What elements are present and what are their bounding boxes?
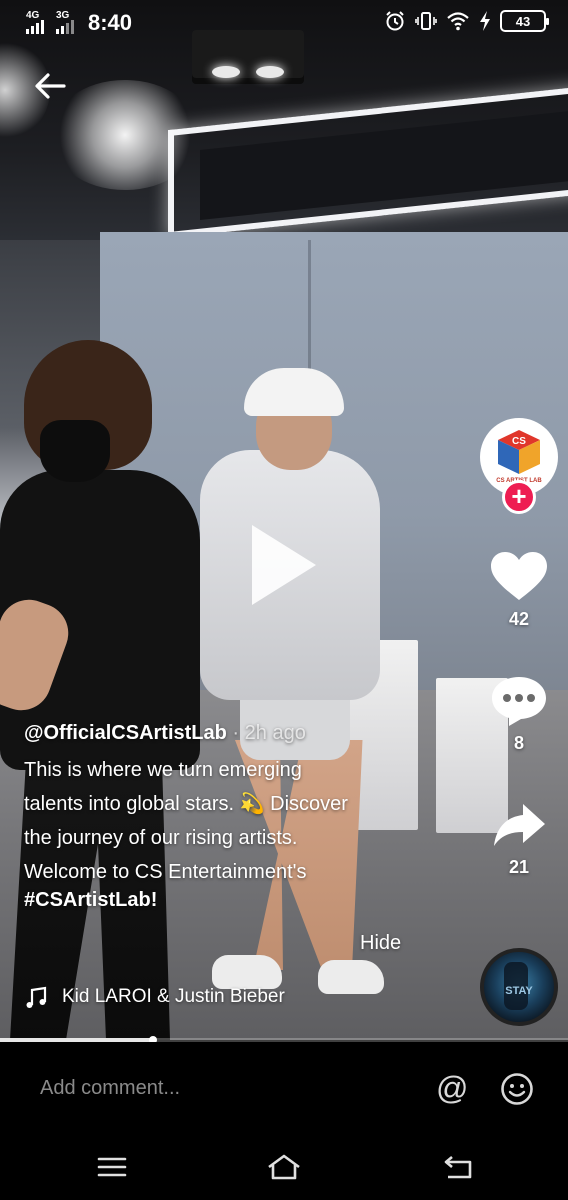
light-glare bbox=[50, 80, 200, 190]
mention-icon[interactable]: @ bbox=[436, 1070, 468, 1106]
comment-bar: @ bbox=[0, 1042, 568, 1132]
share-arrow-icon bbox=[494, 804, 545, 846]
add-comment-input[interactable] bbox=[40, 1070, 380, 1106]
home-icon[interactable] bbox=[266, 1152, 302, 1182]
comment-bubble-icon bbox=[492, 677, 546, 726]
share-button[interactable]: 21 bbox=[480, 798, 558, 878]
system-navigation-bar bbox=[0, 1132, 568, 1200]
signal-3g-icon: 3G bbox=[54, 10, 78, 34]
clock: 8:40 bbox=[88, 10, 133, 35]
creator-avatar[interactable]: CS CS ARTIST LAB + bbox=[480, 418, 558, 514]
music-note-icon bbox=[26, 986, 47, 1008]
music-info[interactable]: Kid LAROI & Justin Bieber bbox=[24, 985, 285, 1009]
emoji-icon[interactable] bbox=[500, 1072, 534, 1106]
signal-4g-icon: 4G bbox=[24, 10, 48, 34]
status-bar: 4G 3G 8:40 43 bbox=[0, 0, 568, 44]
battery-level: 43 bbox=[515, 13, 531, 29]
status-right: 43 bbox=[384, 10, 549, 32]
caption-text: This is where we turn emerging talents i… bbox=[24, 759, 348, 883]
menu-icon[interactable] bbox=[94, 1152, 130, 1182]
like-button[interactable]: 42 bbox=[480, 550, 558, 630]
creator-username[interactable]: @OfficialCSArtistLab bbox=[24, 722, 227, 744]
music-title: Kid LAROI & Justin Bieber bbox=[62, 986, 285, 1007]
wifi-icon bbox=[447, 12, 469, 31]
vibrate-icon bbox=[415, 12, 437, 30]
album-cover-icon: STAY bbox=[504, 962, 533, 1010]
dancer-black-mask bbox=[40, 420, 110, 482]
post-time: · 2h ago bbox=[226, 722, 306, 744]
music-disc[interactable]: STAY bbox=[480, 948, 558, 1026]
sneaker bbox=[318, 960, 384, 994]
share-count: 21 bbox=[508, 857, 530, 877]
follow-button[interactable]: + bbox=[502, 480, 536, 514]
battery-icon: 43 bbox=[500, 10, 549, 32]
charging-icon bbox=[480, 11, 490, 31]
heart-icon bbox=[491, 552, 547, 600]
video-caption: @OfficialCSArtistLab · 2h ago This is wh… bbox=[24, 722, 444, 912]
like-count: 42 bbox=[508, 609, 530, 629]
comment-count: 8 bbox=[513, 733, 524, 753]
back-arrow-icon[interactable] bbox=[30, 66, 70, 106]
svg-text:STAY: STAY bbox=[505, 985, 533, 997]
status-left: 4G 3G 8:40 bbox=[24, 10, 132, 36]
play-icon[interactable] bbox=[252, 525, 316, 605]
sneaker bbox=[212, 955, 282, 989]
svg-text:CS: CS bbox=[512, 436, 526, 447]
hashtag-link[interactable]: #CSArtistLab! bbox=[24, 889, 444, 912]
alarm-icon bbox=[386, 11, 404, 31]
back-nav-icon[interactable] bbox=[440, 1152, 476, 1182]
hide-caption-button[interactable]: Hide bbox=[360, 932, 401, 955]
comment-button[interactable]: 8 bbox=[480, 674, 558, 754]
